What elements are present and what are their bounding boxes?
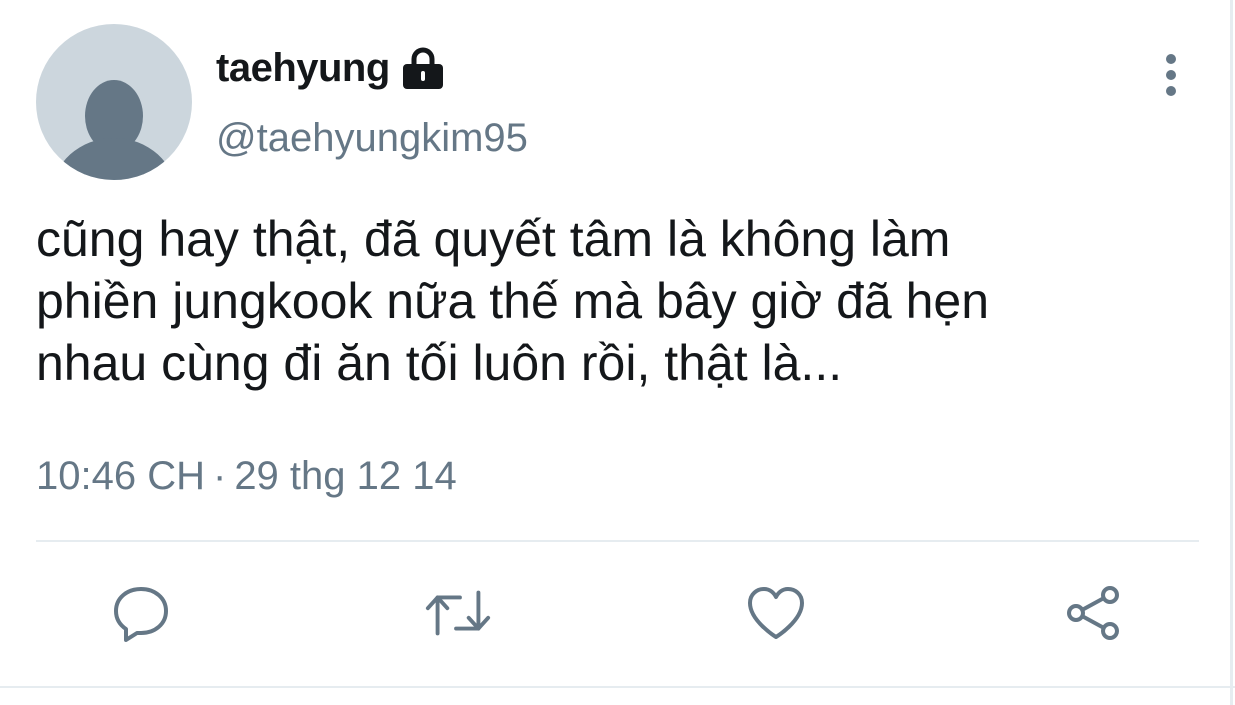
comment-icon — [114, 587, 168, 642]
heart-icon — [748, 587, 804, 639]
more-vertical-icon[interactable] — [1148, 50, 1194, 100]
bottom-divider — [0, 686, 1235, 688]
timestamp-separator: · — [212, 454, 227, 498]
author-display-name[interactable]: taehyung — [216, 46, 390, 91]
divider — [36, 540, 1199, 542]
tweet-text: cũng hay thật, đã quyết tâm là không làm… — [36, 211, 990, 391]
reply-button[interactable] — [106, 578, 176, 648]
share-icon — [1067, 586, 1119, 640]
lock-icon — [400, 45, 446, 91]
tweet-timestamp[interactable]: 10:46 CH · 29 thg 12 14 — [36, 454, 457, 499]
author-name-row: taehyung — [216, 40, 446, 96]
right-edge-border — [1230, 0, 1233, 705]
author-handle[interactable]: @taehyungkim95 — [216, 116, 528, 161]
tweet-detail: taehyung @taehyungkim95 cũng hay thật, đ… — [0, 0, 1235, 705]
tweet-date: 29 thg 12 14 — [234, 454, 457, 498]
default-avatar-icon[interactable] — [36, 24, 192, 180]
retweet-icon — [425, 590, 491, 636]
retweet-button[interactable] — [423, 578, 493, 648]
like-button[interactable] — [741, 578, 811, 648]
share-button[interactable] — [1058, 578, 1128, 648]
tweet-time: 10:46 CH — [36, 454, 205, 498]
